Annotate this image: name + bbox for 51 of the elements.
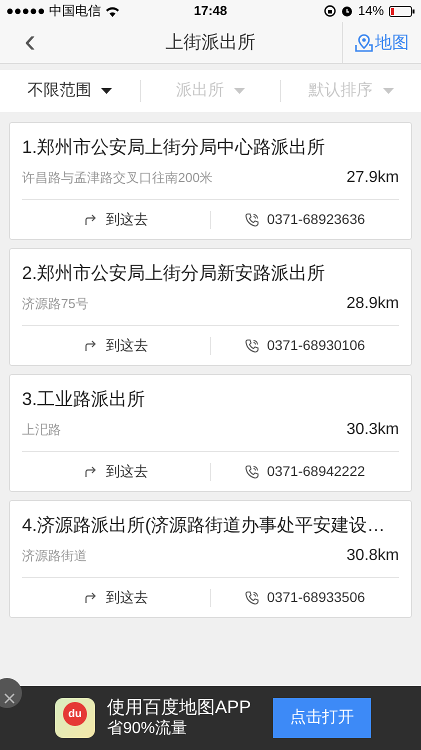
turn-arrow-icon <box>84 591 98 604</box>
phone-icon <box>244 590 259 604</box>
result-card[interactable]: 4.济源路派出所(济源路街道办事处平安建设… 济源路街道 30.8km 到这去 0371-68933506 <box>9 500 412 618</box>
address-text: 上汜路 <box>22 421 61 440</box>
distance-text: 30.8km <box>346 546 399 566</box>
close-button[interactable] <box>0 678 22 708</box>
place-name: 4.济源路派出所(济源路街道办事处平安建设… <box>22 514 386 537</box>
alarm-icon <box>340 5 353 17</box>
address-text: 许昌路与孟津路交叉口往南200米 <box>22 169 213 188</box>
page-title: 上街派出所 <box>166 31 256 54</box>
place-name: 2.郑州市公安局上街分局新安路派出所 <box>22 262 326 285</box>
time-text: 17:48 <box>194 2 228 20</box>
distance-text: 30.3km <box>346 420 399 440</box>
distance-text: 27.9km <box>346 168 399 188</box>
place-name: 1.郑州市公安局上街分局中心路派出所 <box>22 136 326 159</box>
result-card[interactable]: 1.郑州市公安局上街分局中心路派出所 许昌路与孟津路交叉口往南200米 27.9km 到这去 0371-68923636 <box>9 122 412 240</box>
result-card[interactable]: 3.工业路派出所 上汜路 30.3km 到这去 0371-68942222 <box>9 374 412 492</box>
phone-button[interactable]: 0371-68942222 <box>211 461 399 482</box>
phone-button[interactable]: 0371-68923636 <box>211 209 399 230</box>
carrier-text: ●●●●● 中国电信 <box>6 2 101 20</box>
battery-text: 14% <box>358 2 384 20</box>
phone-button[interactable]: 0371-68930106 <box>211 335 399 356</box>
address-text: 济源路75号 <box>22 295 88 314</box>
turn-arrow-icon <box>84 339 98 352</box>
caret-icon <box>382 88 394 94</box>
wifi-icon <box>104 6 120 16</box>
caret-icon <box>101 88 112 94</box>
phone-icon <box>244 464 259 478</box>
battery-icon <box>389 6 415 16</box>
filter-dropdown[interactable]: 不限范围 <box>0 79 140 103</box>
map-pin-icon <box>355 34 373 52</box>
back-button[interactable]: ‹ <box>0 22 60 63</box>
address-text: 济源路街道 <box>22 547 87 566</box>
result-card[interactable]: 2.郑州市公安局上街分局新安路派出所 济源路75号 28.9km 到这去 0371-68930106 <box>9 248 412 366</box>
route-button[interactable]: 到这去 <box>22 209 210 230</box>
turn-arrow-icon <box>84 213 98 226</box>
turn-arrow-icon <box>84 465 98 478</box>
banner-title: 使用百度地图APP <box>107 696 252 718</box>
phone-button[interactable]: 0371-68933506 <box>211 587 399 608</box>
close-icon <box>4 693 15 704</box>
place-name: 3.工业路派出所 <box>22 388 146 411</box>
distance-text: 28.9km <box>346 294 399 314</box>
route-button[interactable]: 到这去 <box>22 461 210 482</box>
phone-icon <box>244 338 259 352</box>
route-button[interactable]: 到这去 <box>22 587 210 608</box>
banner-subtitle: 省90%流量 <box>107 718 188 739</box>
route-button[interactable]: 到这去 <box>22 335 210 356</box>
phone-icon <box>244 212 259 226</box>
app-logo: du <box>63 702 87 726</box>
rotation-lock-icon <box>324 5 336 17</box>
caret-icon <box>234 88 245 94</box>
